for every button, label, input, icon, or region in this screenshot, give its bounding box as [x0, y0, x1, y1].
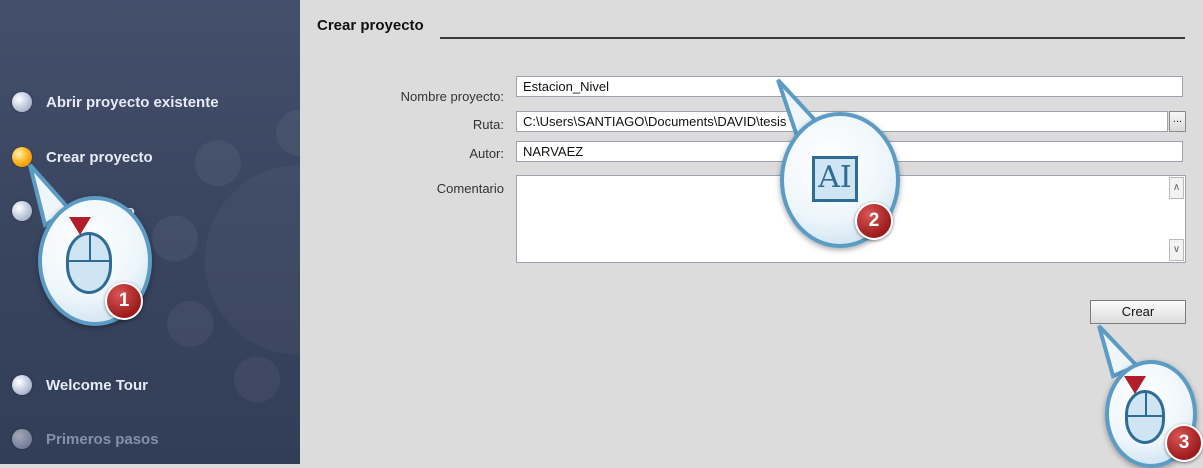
- author-label: Autor:: [469, 146, 504, 161]
- bullet-icon: [12, 375, 32, 395]
- sidebar-item-crear-proyecto[interactable]: Crear proyecto: [12, 144, 153, 170]
- browse-button[interactable]: ...: [1169, 111, 1186, 132]
- bullet-icon: [12, 92, 32, 112]
- author-input[interactable]: NARVAEZ: [516, 141, 1183, 162]
- comment-textarea[interactable]: ∧ ∨: [516, 175, 1186, 263]
- sidebar-item-welcome-tour[interactable]: Welcome Tour: [12, 372, 148, 398]
- create-project-panel: Crear proyecto Nombre proyecto: Estacion…: [300, 0, 1203, 464]
- create-button[interactable]: Crear: [1090, 300, 1186, 324]
- path-input[interactable]: C:\Users\SANTIAGO\Documents\DAVID\tesis: [516, 111, 1168, 132]
- sidebar: Abrir proyecto existente Crear proyecto …: [0, 0, 300, 464]
- sidebar-item-label: Abrir proyecto existente: [46, 93, 219, 111]
- sidebar-item-label: Welcome Tour: [46, 376, 148, 394]
- bullet-icon: [12, 429, 32, 449]
- comment-label: Comentario: [436, 181, 504, 196]
- sidebar-item-obscured[interactable]: ecto: [12, 198, 135, 224]
- section-title: Crear proyecto: [317, 17, 424, 34]
- sidebar-item-label: Primeros pasos: [46, 430, 159, 448]
- active-bullet-icon: [12, 147, 32, 167]
- sidebar-item-abrir-proyecto[interactable]: Abrir proyecto existente: [12, 89, 219, 115]
- sidebar-item-label: ecto: [104, 202, 135, 220]
- bullet-icon: [12, 201, 32, 221]
- project-name-input[interactable]: Estacion_Nivel: [516, 76, 1183, 97]
- path-label: Ruta:: [472, 117, 504, 132]
- scroll-down-icon[interactable]: ∨: [1169, 239, 1184, 261]
- project-name-label: Nombre proyecto:: [400, 89, 504, 104]
- section-divider: [440, 37, 1185, 39]
- scroll-up-icon[interactable]: ∧: [1169, 177, 1184, 199]
- sidebar-item-label: Crear proyecto: [46, 148, 153, 166]
- sidebar-item-primeros-pasos[interactable]: Primeros pasos: [12, 426, 159, 452]
